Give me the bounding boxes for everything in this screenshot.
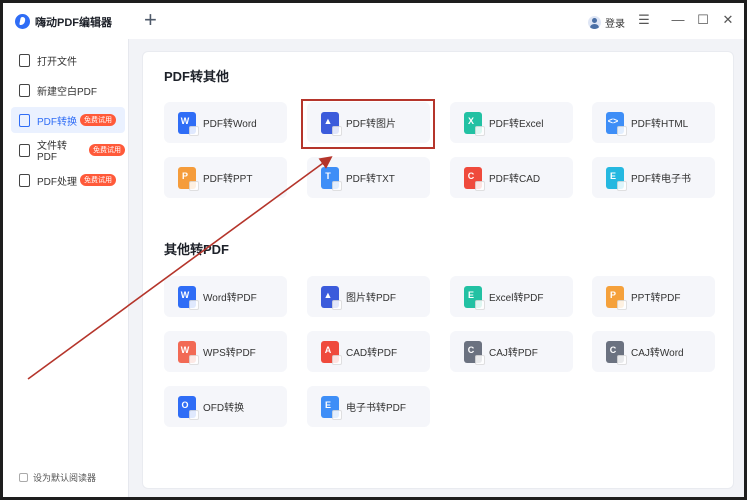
- arrow-line: [27, 156, 333, 380]
- app-window: 嗨动PDF编辑器 + 登录 ☰ — ☐ ✕ 打开文件 新建空白PDF PDF转换…: [0, 0, 747, 500]
- annotation-arrow: [27, 156, 333, 380]
